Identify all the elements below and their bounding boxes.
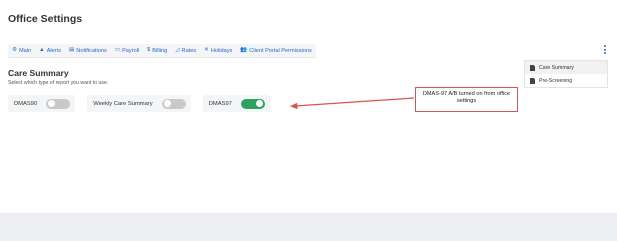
annotation-line-2: settings [456, 97, 477, 104]
footer-band [0, 213, 617, 241]
annotation-callout: DMAS-97 A/B turned on from office settin… [415, 87, 518, 112]
annotation-line-1: DMAS-97 A/B turned on from office [422, 91, 511, 97]
annotation-arrow [290, 97, 415, 110]
